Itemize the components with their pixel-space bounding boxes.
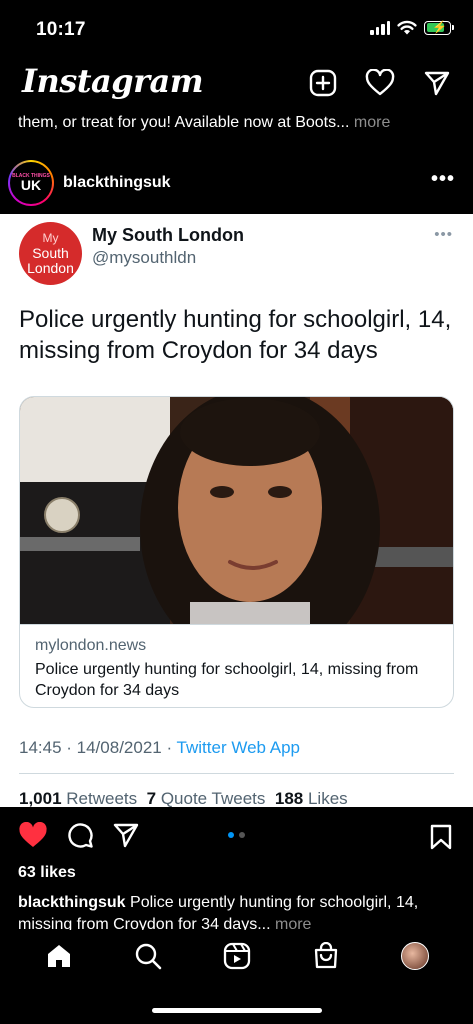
carousel-indicator (228, 832, 245, 838)
carousel-dot-active (228, 832, 234, 838)
post-actions (0, 817, 473, 857)
tweet-avatar-line2: South (32, 245, 69, 261)
post-caption: blackthingsuk Police urgently hunting fo… (18, 892, 458, 930)
previous-caption-text: them, or treat for you! Available now at… (18, 114, 350, 131)
tweet-source-app: Twitter Web App (176, 738, 301, 757)
tweet-card-meta: mylondon.news Police urgently hunting fo… (20, 624, 453, 707)
header-actions (309, 69, 451, 97)
profile-avatar (400, 942, 429, 970)
nav-profile[interactable] (395, 936, 435, 976)
tweet-author-handle: @mysouthldn (92, 248, 197, 267)
carousel-dot (239, 832, 245, 838)
status-time: 10:17 (36, 19, 86, 40)
bottom-nav (0, 930, 473, 1024)
tweet-card-title: Police urgently hunting for schoolgirl, … (35, 661, 419, 699)
likes-label: Likes (307, 789, 348, 807)
caption-more-link[interactable]: more (275, 916, 311, 930)
paper-plane-icon[interactable] (112, 821, 140, 849)
tweet-timestamp: 14:45 · 14/08/2021 · Twitter Web App (19, 738, 300, 758)
post-header: BLACK THINGS UK blackthingsuk ••• (0, 158, 473, 212)
caption-username[interactable]: blackthingsuk (18, 894, 126, 911)
tweet-avatar-line3: London (27, 260, 74, 276)
tweet-link-card: mylondon.news Police urgently hunting fo… (19, 396, 454, 708)
home-indicator (152, 1008, 322, 1013)
tweet-avatar-line1: My (42, 231, 59, 245)
like-count[interactable]: 63 likes (18, 864, 76, 882)
comment-icon[interactable] (66, 821, 94, 849)
status-icons: ⚡ (370, 20, 454, 35)
post-avatar[interactable]: BLACK THINGS UK (8, 160, 54, 206)
avatar-text-uk: UK (20, 177, 42, 193)
tweet-author-name: My South London (92, 225, 244, 245)
previous-post-caption: them, or treat for you! Available now at… (18, 114, 458, 132)
battery-icon: ⚡ (424, 20, 454, 35)
tweet-timestamp-text: 14:45 · 14/08/2021 · (19, 738, 177, 757)
tweet-card-photo (20, 397, 453, 624)
quotes-count: 7 (146, 789, 157, 807)
post-username[interactable]: blackthingsuk (63, 174, 171, 192)
status-bar: 10:17 ⚡ (0, 0, 473, 56)
heart-filled-icon[interactable] (18, 821, 48, 849)
paper-plane-icon[interactable] (423, 69, 451, 97)
nav-home[interactable] (39, 936, 79, 976)
search-icon (135, 943, 161, 970)
heart-icon[interactable] (365, 69, 395, 97)
quotes-label: Quote Tweets (160, 789, 266, 807)
tweet-stats: 1,001 Retweets 7 Quote Tweets 188 Likes (19, 789, 348, 807)
home-icon (47, 945, 70, 967)
plus-square-icon[interactable] (309, 69, 337, 97)
reels-icon (223, 942, 250, 970)
likes-count: 188 (274, 789, 304, 807)
nav-reels[interactable] (217, 936, 257, 976)
post-image-tweet[interactable]: My South London My South London @mysouth… (0, 214, 473, 807)
nav-shop[interactable] (306, 936, 346, 976)
tweet-text: Police urgently hunting for schoolgirl, … (19, 306, 452, 364)
retweets-label: Retweets (66, 789, 138, 807)
bookmark-icon[interactable] (429, 823, 453, 851)
post-more-options[interactable]: ••• (431, 168, 455, 191)
instagram-logo[interactable]: Instagram (22, 62, 204, 100)
tweet-divider (19, 773, 454, 774)
tweet-avatar: My South London (19, 222, 82, 285)
previous-caption-more-link[interactable]: more (354, 114, 390, 131)
tweet-card-domain: mylondon.news (35, 637, 147, 654)
app-header: Instagram (0, 56, 473, 110)
wifi-icon (397, 20, 417, 35)
retweets-count: 1,001 (19, 789, 62, 807)
shop-icon (314, 942, 337, 969)
signal-icon (370, 20, 390, 35)
nav-search[interactable] (128, 936, 168, 976)
tweet-more-icon: ••• (434, 226, 453, 243)
